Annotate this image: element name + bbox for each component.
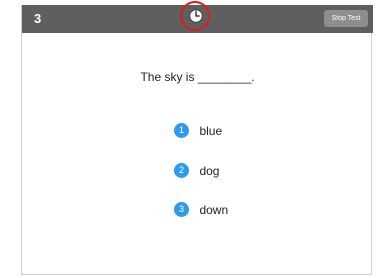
question-number: 3: [34, 11, 42, 26]
option-label: blue: [199, 123, 223, 138]
answer-option-3[interactable]: 3 down: [174, 201, 229, 218]
answer-option-2[interactable]: 2 dog: [174, 162, 220, 179]
answer-option-1[interactable]: 1 blue: [174, 122, 223, 139]
question-text: The sky is ________.: [140, 70, 255, 84]
timer-highlight-ring[interactable]: [180, 1, 210, 31]
option-number-badge: 2: [174, 163, 189, 179]
option-number-badge: 3: [174, 202, 189, 218]
option-label: down: [199, 202, 229, 217]
option-number-badge: 1: [174, 123, 189, 139]
clock-icon: [189, 9, 203, 23]
test-header-bar: 3 Stop Test: [22, 1, 373, 33]
test-window: 3 Stop Test The sky is ________. 1 blue …: [21, 1, 373, 275]
stop-test-button[interactable]: Stop Test: [324, 10, 368, 27]
option-label: dog: [199, 163, 220, 178]
